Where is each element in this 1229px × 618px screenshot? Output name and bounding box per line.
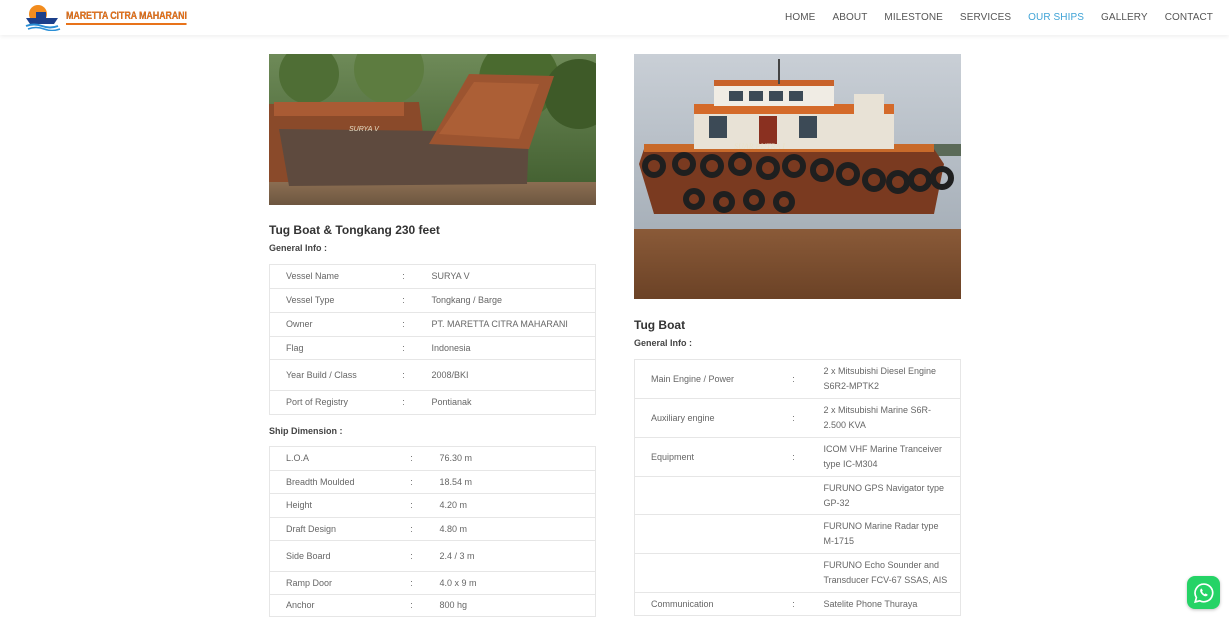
spec-value: ICOM VHF Marine Tranceiver type IC-M304	[807, 437, 961, 477]
spec-value: 76.30 m	[423, 446, 596, 471]
spec-label: L.O.A	[269, 446, 400, 471]
table-row: L.O.A : 76.30 m	[269, 446, 596, 471]
general-info-table: Vessel Name : SURYA V Vessel Type : Tong…	[269, 264, 596, 415]
site-logo[interactable]: MARETTA CITRA MAHARANI	[24, 3, 213, 31]
nav-services[interactable]: SERVICES	[960, 12, 1011, 23]
table-row: Height : 4.20 m	[269, 493, 596, 518]
table-row: Equipment : ICOM VHF Marine Tranceiver t…	[634, 437, 961, 477]
spec-value: 4.0 x 9 m	[423, 571, 596, 595]
spec-value: Satelite Phone Thuraya	[807, 592, 961, 616]
spec-label: Flag	[269, 336, 392, 360]
spec-label: Ramp Door	[269, 571, 400, 595]
ship-title: Tug Boat & Tongkang 230 feet	[269, 223, 440, 237]
table-row: Breadth Moulded : 18.54 m	[269, 470, 596, 494]
nav-about[interactable]: ABOUT	[832, 12, 867, 23]
table-row: Ramp Door : 4.0 x 9 m	[269, 571, 596, 595]
spec-label: Side Board	[269, 540, 400, 572]
spec-label: Owner	[269, 312, 392, 337]
spec-value: 2.4 / 3 m	[423, 540, 596, 572]
spec-label: Main Engine / Power	[634, 359, 780, 399]
table-row: FURUNO GPS Navigator type GP-32	[634, 476, 961, 515]
table-row: Year Build / Class : 2008/BKI	[269, 359, 596, 391]
general-info-label: General Info :	[634, 338, 693, 348]
table-row: FURUNO Marine Radar type M-1715	[634, 514, 961, 554]
spec-value: Pontianak	[415, 390, 596, 415]
spec-value: 4.20 m	[423, 493, 596, 518]
nav-contact[interactable]: CONTACT	[1165, 12, 1213, 23]
nav-gallery[interactable]: GALLERY	[1101, 12, 1148, 23]
spec-label	[634, 514, 780, 554]
table-row: Port of Registry : Pontianak	[269, 390, 596, 415]
spec-label: Port of Registry	[269, 390, 392, 415]
general-info-label: General Info :	[269, 243, 328, 253]
whatsapp-icon	[1193, 582, 1213, 603]
table-row: Draft Design : 4.80 m	[269, 517, 596, 541]
ship-title: Tug Boat	[634, 318, 686, 332]
nav-home[interactable]: HOME	[785, 12, 815, 23]
table-row: Owner : PT. MARETTA CITRA MAHARANI	[269, 312, 596, 337]
spec-label	[634, 553, 780, 593]
spec-value: 2 x Mitsubishi Diesel Engine S6R2-MPTK2	[807, 359, 961, 399]
spec-label: Auxiliary engine	[634, 398, 780, 438]
spec-value: FURUNO Marine Radar type M-1715	[807, 514, 961, 554]
spec-value: 800 hg	[423, 594, 596, 617]
spec-label: Draft Design	[269, 517, 400, 541]
table-row: Flag : Indonesia	[269, 336, 596, 360]
site-header: MARETTA CITRA MAHARANI HOME ABOUT MILEST…	[0, 0, 1229, 35]
spec-label: Vessel Name	[269, 264, 392, 289]
table-row: Side Board : 2.4 / 3 m	[269, 540, 596, 572]
spec-label: Communication	[634, 592, 780, 616]
spec-value: SURYA V	[415, 264, 596, 289]
nav-our-ships[interactable]: OUR SHIPS	[1028, 12, 1084, 23]
tugboat-name-on-hull: SUAR PUTRA I	[734, 142, 785, 151]
table-row: Anchor : 800 hg	[269, 594, 596, 617]
table-row: Vessel Name : SURYA V	[269, 264, 596, 289]
table-row: FURUNO Echo Sounder and Transducer FCV-6…	[634, 553, 961, 593]
spec-value: 2008/BKI	[415, 359, 596, 391]
spec-value: FURUNO Echo Sounder and Transducer FCV-6…	[807, 553, 961, 593]
tugboat-photo: SUAR PUTRA I	[634, 54, 961, 299]
spec-label	[634, 476, 780, 515]
spec-value: 2 x Mitsubishi Marine S6R-2.500 KVA	[807, 398, 961, 438]
whatsapp-button[interactable]	[1187, 576, 1220, 609]
spec-value: Tongkang / Barge	[415, 288, 596, 313]
spec-label: Year Build / Class	[269, 359, 392, 391]
table-row: Main Engine / Power : 2 x Mitsubishi Die…	[634, 359, 961, 399]
barge-photo: SURYA V	[269, 54, 596, 205]
nav-milestone[interactable]: MILESTONE	[884, 12, 943, 23]
spec-value: PT. MARETTA CITRA MAHARANI	[415, 312, 596, 337]
spec-label: Breadth Moulded	[269, 470, 400, 494]
spec-value: Indonesia	[415, 336, 596, 360]
ship-card-surya: SURYA V Tug Boat & Tongkang 230 feet Gen…	[269, 54, 596, 617]
spec-label: Anchor	[269, 594, 400, 617]
general-info-table: Main Engine / Power : 2 x Mitsubishi Die…	[634, 359, 961, 616]
spec-value: 4.80 m	[423, 517, 596, 541]
ship-card-tug: SUAR PUTRA I Tug Boat General Info : Mai…	[634, 54, 961, 616]
table-row: Auxiliary engine : 2 x Mitsubishi Marine…	[634, 398, 961, 438]
spec-label: Vessel Type	[269, 288, 392, 313]
spec-label: Equipment	[634, 437, 780, 477]
ship-dimension-label: Ship Dimension :	[269, 426, 343, 436]
table-row: Vessel Type : Tongkang / Barge	[269, 288, 596, 313]
spec-value: 18.54 m	[423, 470, 596, 494]
ship-dimension-table: L.O.A : 76.30 m Breadth Moulded : 18.54 …	[269, 446, 596, 617]
spec-value: FURUNO GPS Navigator type GP-32	[807, 476, 961, 515]
logo-text: MARETTA CITRA MAHARANI	[66, 9, 187, 25]
barge-name-on-hull: SURYA V	[349, 126, 380, 133]
table-row: Communication : Satelite Phone Thuraya	[634, 592, 961, 616]
ship-logo-icon	[25, 5, 61, 31]
main-nav: HOME ABOUT MILESTONE SERVICES OUR SHIPS …	[768, 0, 1213, 35]
spec-label: Height	[269, 493, 400, 518]
